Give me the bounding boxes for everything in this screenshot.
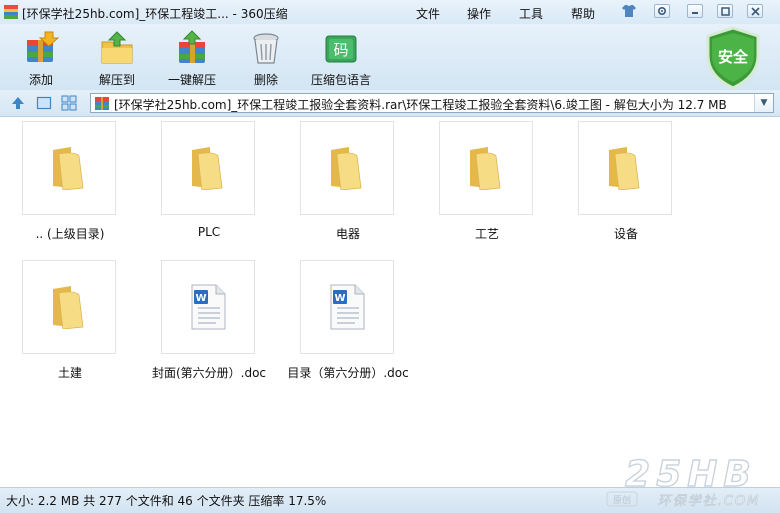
maximize-button[interactable] bbox=[717, 4, 733, 18]
svg-text:环保学社.COM: 环保学社.COM bbox=[658, 493, 761, 509]
list-item-equipment[interactable]: 设备 bbox=[566, 121, 686, 245]
address-path: [环保学社25hb.com]_环保工程竣工报验全套资料.rar\环保工程竣工报验… bbox=[114, 98, 727, 112]
address-field[interactable]: [环保学社25hb.com]_环保工程竣工报验全套资料.rar\环保工程竣工报验… bbox=[90, 93, 774, 113]
add-archive-icon bbox=[27, 31, 59, 62]
file-list: .. (上级目录) PLC 电器 工艺 设备 土建 W 封面(第六分册）.doc… bbox=[0, 117, 780, 487]
app-icon bbox=[4, 5, 18, 19]
folder-icon bbox=[300, 121, 394, 215]
large-icon-view-icon[interactable] bbox=[36, 95, 52, 111]
grid-view-icon[interactable] bbox=[61, 95, 77, 111]
extract-folder-icon bbox=[101, 31, 133, 64]
list-item-electrical[interactable]: 电器 bbox=[288, 121, 408, 245]
archive-language-button[interactable]: 码 压缩包语言 bbox=[311, 26, 371, 88]
settings-icon[interactable] bbox=[654, 4, 670, 18]
list-item-plc[interactable]: PLC bbox=[149, 121, 269, 245]
language-icon: 码 bbox=[325, 35, 357, 63]
list-item-cover-doc[interactable]: W 封面(第六分册）.doc bbox=[149, 260, 269, 384]
list-item-civil[interactable]: 土建 bbox=[10, 260, 130, 384]
extract-to-label: 解压到 bbox=[98, 73, 135, 87]
close-button[interactable] bbox=[747, 4, 763, 18]
list-item-process[interactable]: 工艺 bbox=[427, 121, 547, 245]
item-name: 土建 bbox=[57, 366, 82, 380]
one-click-extract-button[interactable]: 一键解压 bbox=[162, 26, 222, 88]
menu-help[interactable]: 帮助 bbox=[571, 5, 595, 22]
add-label: 添加 bbox=[28, 73, 53, 87]
item-name: PLC bbox=[197, 225, 221, 239]
title-bar: [环保学社25hb.com]_环保工程竣工... - 360压缩 文件 操作 工… bbox=[0, 0, 780, 24]
skin-icon[interactable] bbox=[621, 4, 637, 18]
add-button[interactable]: 添加 bbox=[11, 26, 71, 88]
address-dropdown-button[interactable]: ▼ bbox=[754, 94, 773, 112]
toolbar: 添加 解压到 一键解压 删除 码 压缩包语言 安全 bbox=[0, 24, 780, 90]
folder-icon bbox=[22, 260, 116, 354]
up-arrow-icon[interactable] bbox=[10, 95, 26, 111]
site-watermark-logo: 25HB 原创 环保学社.COM bbox=[606, 453, 761, 509]
menu-file[interactable]: 文件 bbox=[416, 5, 440, 22]
trash-icon bbox=[253, 33, 279, 64]
delete-label: 删除 bbox=[253, 73, 278, 87]
list-item-parent-dir[interactable]: .. (上级目录) bbox=[10, 121, 130, 245]
delete-button[interactable]: 删除 bbox=[236, 26, 296, 88]
svg-text:W: W bbox=[334, 293, 345, 304]
word-doc-icon: W bbox=[161, 260, 255, 354]
word-doc-icon: W bbox=[300, 260, 394, 354]
window-title: [环保学社25hb.com]_环保工程竣工... - 360压缩 bbox=[22, 7, 288, 21]
archive-language-label: 压缩包语言 bbox=[310, 73, 371, 87]
item-name: .. (上级目录) bbox=[35, 227, 105, 241]
folder-icon bbox=[578, 121, 672, 215]
item-name: 电器 bbox=[335, 227, 360, 241]
folder-icon bbox=[439, 121, 533, 215]
one-click-extract-icon bbox=[179, 30, 205, 63]
folder-icon bbox=[161, 121, 255, 215]
status-text: 大小: 2.2 MB 共 277 个文件和 46 个文件夹 压缩率 17.5% bbox=[6, 494, 327, 508]
folder-icon bbox=[22, 121, 116, 215]
svg-text:W: W bbox=[195, 293, 206, 304]
minimize-button[interactable] bbox=[687, 4, 703, 18]
svg-text:原创: 原创 bbox=[613, 494, 631, 506]
menu-tools[interactable]: 工具 bbox=[519, 5, 543, 22]
svg-text:25HB: 25HB bbox=[625, 454, 757, 495]
item-name: 工艺 bbox=[474, 227, 499, 241]
one-click-extract-label: 一键解压 bbox=[167, 73, 216, 87]
item-name: 目录（第六分册）.doc bbox=[287, 366, 409, 380]
menu-operate[interactable]: 操作 bbox=[467, 5, 491, 22]
extract-to-button[interactable]: 解压到 bbox=[87, 26, 147, 88]
item-name: 设备 bbox=[613, 227, 638, 241]
archive-icon bbox=[95, 97, 109, 110]
item-name: 封面(第六分册）.doc bbox=[151, 366, 267, 380]
security-label: 安全 bbox=[718, 48, 749, 66]
list-item-toc-doc[interactable]: W 目录（第六分册）.doc bbox=[287, 260, 409, 384]
address-bar: [环保学社25hb.com]_环保工程竣工报验全套资料.rar\环保工程竣工报验… bbox=[0, 90, 780, 117]
security-shield-icon[interactable]: 安全 bbox=[704, 26, 762, 90]
svg-text:码: 码 bbox=[333, 41, 348, 59]
